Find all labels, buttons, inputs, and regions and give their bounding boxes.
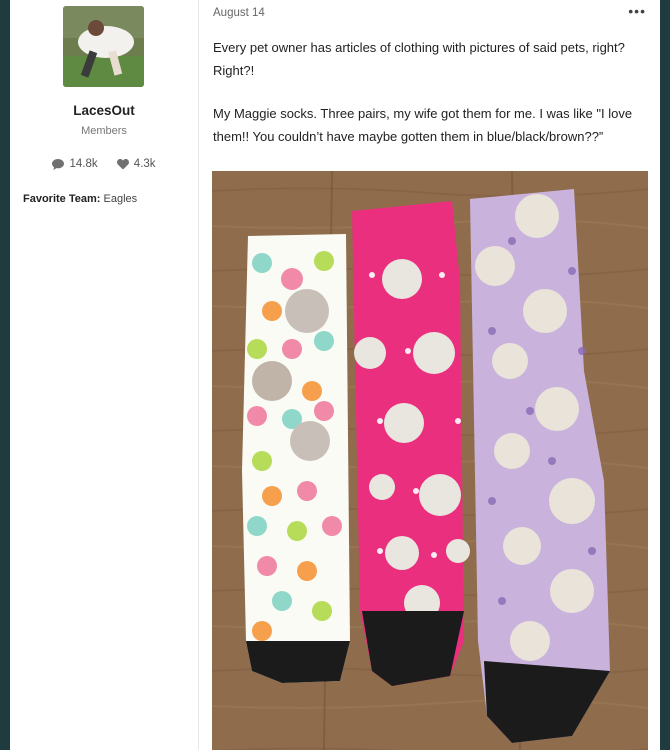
comment-icon <box>52 158 65 170</box>
heart-icon <box>116 158 129 169</box>
reputation-stat: 4.3k <box>116 158 156 170</box>
post-content: August 14 ••• Every pet owner has articl… <box>199 0 660 750</box>
favorite-team-value: Eagles <box>103 193 138 205</box>
page-frame: LacesOut Members 14.8k 4.3k Favorite Tea… <box>10 0 660 750</box>
post-paragraph-1: Every pet owner has articles of clothing… <box>213 40 625 78</box>
reputation-count: 4.3k <box>133 158 156 170</box>
favorite-team: Favorite Team: Eagles <box>23 193 137 205</box>
post-date[interactable]: August 14 <box>213 7 265 19</box>
photo-image <box>212 171 648 750</box>
favorite-team-label: Favorite Team: <box>23 193 101 205</box>
avatar[interactable] <box>63 6 144 87</box>
author-group: Members <box>81 125 127 137</box>
more-icon[interactable]: ••• <box>628 3 646 19</box>
author-pane: LacesOut Members 14.8k 4.3k Favorite Tea… <box>10 0 199 750</box>
posts-count: 14.8k <box>69 158 98 170</box>
author-stats: 14.8k 4.3k <box>10 158 198 173</box>
post-paragraph-2: My Maggie socks. Three pairs, my wife go… <box>213 106 633 144</box>
posts-stat: 14.8k <box>52 158 98 170</box>
post-photo[interactable] <box>212 171 648 750</box>
author-name[interactable]: LacesOut <box>10 103 198 118</box>
